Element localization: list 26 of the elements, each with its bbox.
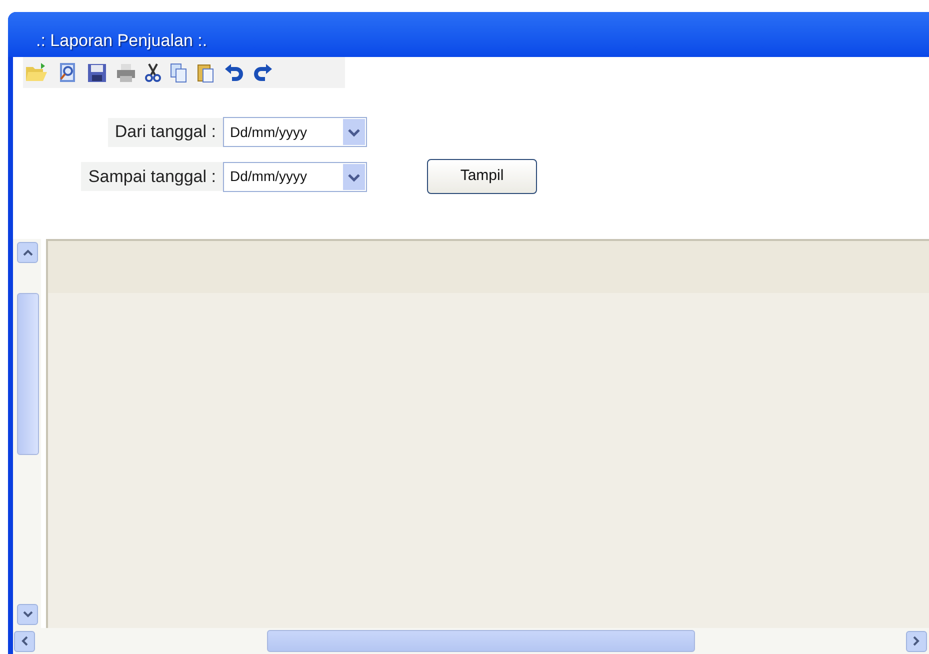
scroll-thumb[interactable] (267, 630, 695, 652)
redo-icon[interactable] (253, 62, 273, 82)
vertical-scrollbar[interactable] (13, 239, 41, 628)
scroll-right-button[interactable] (906, 630, 927, 652)
scroll-down-button[interactable] (17, 604, 38, 625)
window-title: .: Laporan Penjualan :. (36, 30, 208, 52)
chevron-up-icon (22, 249, 32, 256)
paste-icon[interactable] (197, 62, 215, 82)
chevron-left-icon (21, 636, 28, 646)
copy-icon[interactable] (170, 62, 188, 82)
scroll-thumb[interactable] (16, 292, 38, 454)
date-dropdown[interactable]: Dd/mm/yyyy (223, 162, 367, 192)
save-icon[interactable] (87, 62, 107, 82)
undo-icon[interactable] (224, 62, 244, 82)
scroll-left-button[interactable] (14, 630, 35, 652)
horizontal-scrollbar[interactable] (13, 628, 929, 654)
date-dropdown[interactable]: Dd/mm/yyyy (223, 117, 367, 147)
printer-icon[interactable] (116, 62, 136, 82)
scroll-up-button[interactable] (17, 242, 38, 263)
chevron-right-icon (913, 636, 920, 646)
scissors-icon[interactable] (145, 62, 161, 82)
preview-icon[interactable] (58, 62, 78, 84)
show-button[interactable]: Tampil (427, 159, 537, 194)
chevron-down-icon (22, 611, 32, 618)
field-label: Sampai tanggal : (81, 162, 223, 191)
field-label: Dari tanggal : (108, 118, 223, 146)
